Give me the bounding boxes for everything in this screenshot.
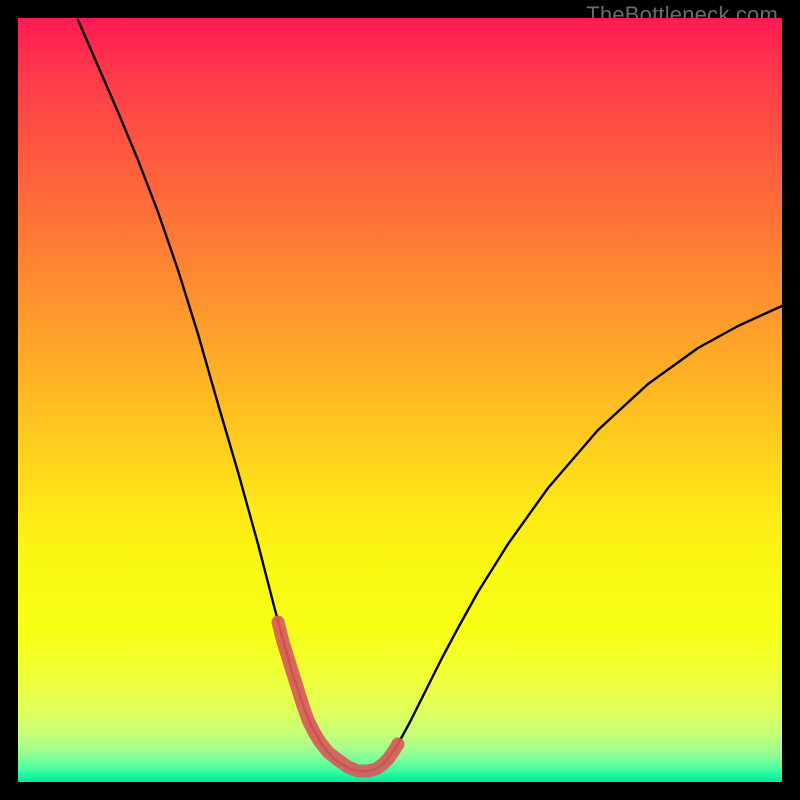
plot-area <box>18 18 782 782</box>
curve-layer <box>18 18 782 782</box>
chart-stage: TheBottleneck.com <box>0 0 800 800</box>
black-curve <box>78 20 782 771</box>
highlight-segment <box>278 622 398 771</box>
